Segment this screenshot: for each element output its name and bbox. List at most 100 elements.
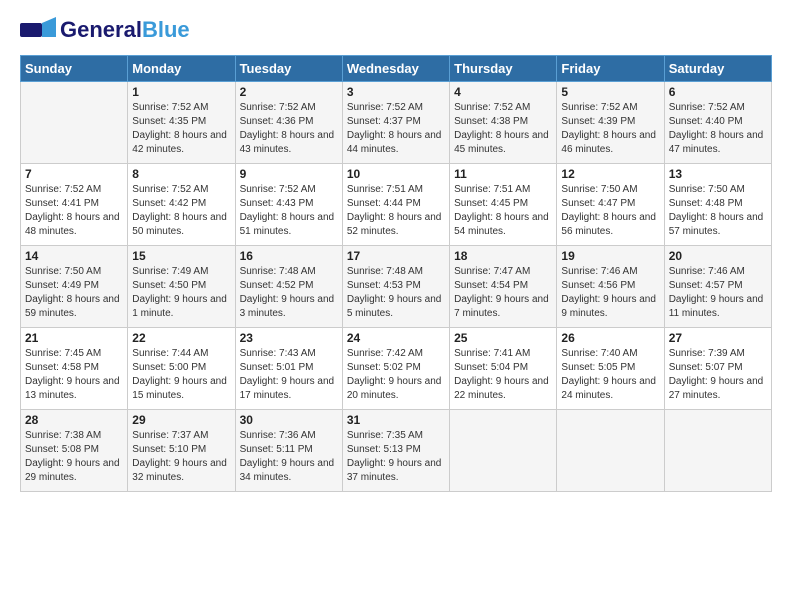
logo-blue: Blue [142,17,190,42]
day-details: Sunrise: 7:50 AMSunset: 4:48 PMDaylight:… [669,183,767,239]
header-day-monday: Monday [128,56,235,82]
day-details: Sunrise: 7:39 AMSunset: 5:07 PMDaylight:… [669,347,767,403]
calendar-cell: 20 Sunrise: 7:46 AMSunset: 4:57 PMDaylig… [664,246,771,328]
day-details: Sunrise: 7:42 AMSunset: 5:02 PMDaylight:… [347,347,445,403]
calendar-cell: 7 Sunrise: 7:52 AMSunset: 4:41 PMDayligh… [21,164,128,246]
calendar-cell: 17 Sunrise: 7:48 AMSunset: 4:53 PMDaylig… [342,246,449,328]
day-number: 18 [454,249,552,263]
day-details: Sunrise: 7:52 AMSunset: 4:40 PMDaylight:… [669,101,767,157]
calendar-table: SundayMondayTuesdayWednesdayThursdayFrid… [20,55,772,492]
day-details: Sunrise: 7:51 AMSunset: 4:44 PMDaylight:… [347,183,445,239]
day-number: 28 [25,413,123,427]
day-details: Sunrise: 7:52 AMSunset: 4:38 PMDaylight:… [454,101,552,157]
day-details: Sunrise: 7:48 AMSunset: 4:53 PMDaylight:… [347,265,445,321]
calendar-cell: 1 Sunrise: 7:52 AMSunset: 4:35 PMDayligh… [128,82,235,164]
calendar-cell [557,410,664,492]
day-details: Sunrise: 7:44 AMSunset: 5:00 PMDaylight:… [132,347,230,403]
day-number: 20 [669,249,767,263]
day-details: Sunrise: 7:52 AMSunset: 4:42 PMDaylight:… [132,183,230,239]
day-number: 2 [240,85,338,99]
day-number: 22 [132,331,230,345]
week-row-3: 14 Sunrise: 7:50 AMSunset: 4:49 PMDaylig… [21,246,772,328]
header-row: SundayMondayTuesdayWednesdayThursdayFrid… [21,56,772,82]
calendar-cell: 22 Sunrise: 7:44 AMSunset: 5:00 PMDaylig… [128,328,235,410]
header-day-friday: Friday [557,56,664,82]
day-number: 11 [454,167,552,181]
week-row-5: 28 Sunrise: 7:38 AMSunset: 5:08 PMDaylig… [21,410,772,492]
calendar-cell: 27 Sunrise: 7:39 AMSunset: 5:07 PMDaylig… [664,328,771,410]
day-details: Sunrise: 7:51 AMSunset: 4:45 PMDaylight:… [454,183,552,239]
day-details: Sunrise: 7:37 AMSunset: 5:10 PMDaylight:… [132,429,230,485]
day-number: 29 [132,413,230,427]
day-number: 16 [240,249,338,263]
day-details: Sunrise: 7:52 AMSunset: 4:41 PMDaylight:… [25,183,123,239]
day-details: Sunrise: 7:52 AMSunset: 4:36 PMDaylight:… [240,101,338,157]
calendar-cell: 24 Sunrise: 7:42 AMSunset: 5:02 PMDaylig… [342,328,449,410]
day-number: 23 [240,331,338,345]
day-details: Sunrise: 7:46 AMSunset: 4:56 PMDaylight:… [561,265,659,321]
day-details: Sunrise: 7:45 AMSunset: 4:58 PMDaylight:… [25,347,123,403]
calendar-cell: 29 Sunrise: 7:37 AMSunset: 5:10 PMDaylig… [128,410,235,492]
day-number: 14 [25,249,123,263]
calendar-cell: 5 Sunrise: 7:52 AMSunset: 4:39 PMDayligh… [557,82,664,164]
logo-general: General [60,17,142,42]
logo-icon [20,15,56,45]
day-number: 31 [347,413,445,427]
day-details: Sunrise: 7:52 AMSunset: 4:43 PMDaylight:… [240,183,338,239]
calendar-cell: 8 Sunrise: 7:52 AMSunset: 4:42 PMDayligh… [128,164,235,246]
calendar-cell: 26 Sunrise: 7:40 AMSunset: 5:05 PMDaylig… [557,328,664,410]
calendar-cell: 2 Sunrise: 7:52 AMSunset: 4:36 PMDayligh… [235,82,342,164]
day-number: 10 [347,167,445,181]
day-number: 27 [669,331,767,345]
day-number: 13 [669,167,767,181]
calendar-cell: 4 Sunrise: 7:52 AMSunset: 4:38 PMDayligh… [450,82,557,164]
day-details: Sunrise: 7:38 AMSunset: 5:08 PMDaylight:… [25,429,123,485]
day-details: Sunrise: 7:52 AMSunset: 4:39 PMDaylight:… [561,101,659,157]
calendar-cell: 30 Sunrise: 7:36 AMSunset: 5:11 PMDaylig… [235,410,342,492]
calendar-cell: 21 Sunrise: 7:45 AMSunset: 4:58 PMDaylig… [21,328,128,410]
day-number: 12 [561,167,659,181]
week-row-4: 21 Sunrise: 7:45 AMSunset: 4:58 PMDaylig… [21,328,772,410]
day-number: 3 [347,85,445,99]
calendar-cell: 14 Sunrise: 7:50 AMSunset: 4:49 PMDaylig… [21,246,128,328]
header-day-thursday: Thursday [450,56,557,82]
calendar-cell: 9 Sunrise: 7:52 AMSunset: 4:43 PMDayligh… [235,164,342,246]
day-number: 5 [561,85,659,99]
day-details: Sunrise: 7:41 AMSunset: 5:04 PMDaylight:… [454,347,552,403]
calendar-cell [450,410,557,492]
calendar-cell: 11 Sunrise: 7:51 AMSunset: 4:45 PMDaylig… [450,164,557,246]
calendar-cell: 13 Sunrise: 7:50 AMSunset: 4:48 PMDaylig… [664,164,771,246]
calendar-cell: 16 Sunrise: 7:48 AMSunset: 4:52 PMDaylig… [235,246,342,328]
calendar-cell: 12 Sunrise: 7:50 AMSunset: 4:47 PMDaylig… [557,164,664,246]
day-details: Sunrise: 7:50 AMSunset: 4:49 PMDaylight:… [25,265,123,321]
day-number: 8 [132,167,230,181]
calendar-cell: 18 Sunrise: 7:47 AMSunset: 4:54 PMDaylig… [450,246,557,328]
day-number: 9 [240,167,338,181]
day-number: 21 [25,331,123,345]
header-day-wednesday: Wednesday [342,56,449,82]
day-details: Sunrise: 7:52 AMSunset: 4:35 PMDaylight:… [132,101,230,157]
header-day-tuesday: Tuesday [235,56,342,82]
day-details: Sunrise: 7:35 AMSunset: 5:13 PMDaylight:… [347,429,445,485]
header-day-saturday: Saturday [664,56,771,82]
calendar-cell: 28 Sunrise: 7:38 AMSunset: 5:08 PMDaylig… [21,410,128,492]
day-number: 25 [454,331,552,345]
calendar-cell: 15 Sunrise: 7:49 AMSunset: 4:50 PMDaylig… [128,246,235,328]
day-details: Sunrise: 7:52 AMSunset: 4:37 PMDaylight:… [347,101,445,157]
day-details: Sunrise: 7:36 AMSunset: 5:11 PMDaylight:… [240,429,338,485]
day-details: Sunrise: 7:49 AMSunset: 4:50 PMDaylight:… [132,265,230,321]
day-details: Sunrise: 7:43 AMSunset: 5:01 PMDaylight:… [240,347,338,403]
day-number: 15 [132,249,230,263]
calendar-cell [664,410,771,492]
day-number: 6 [669,85,767,99]
day-number: 17 [347,249,445,263]
day-number: 24 [347,331,445,345]
calendar-cell: 10 Sunrise: 7:51 AMSunset: 4:44 PMDaylig… [342,164,449,246]
calendar-cell: 6 Sunrise: 7:52 AMSunset: 4:40 PMDayligh… [664,82,771,164]
calendar-cell: 3 Sunrise: 7:52 AMSunset: 4:37 PMDayligh… [342,82,449,164]
day-details: Sunrise: 7:47 AMSunset: 4:54 PMDaylight:… [454,265,552,321]
day-number: 30 [240,413,338,427]
header-day-sunday: Sunday [21,56,128,82]
page-header: GeneralBlue [20,15,772,45]
week-row-2: 7 Sunrise: 7:52 AMSunset: 4:41 PMDayligh… [21,164,772,246]
